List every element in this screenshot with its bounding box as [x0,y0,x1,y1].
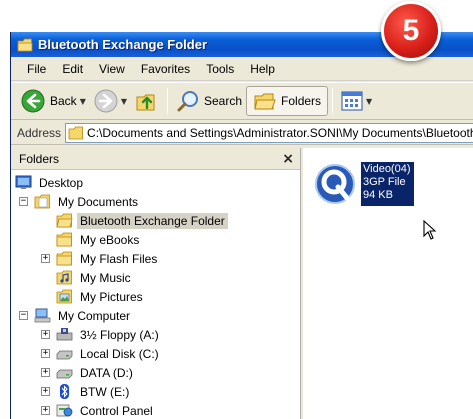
tree-item-my-computer[interactable]: − My Computer [11,306,300,325]
tree-item-label: BTW (E:) [80,384,130,399]
file-name: Video(04) [363,163,411,175]
file-item[interactable]: Video(04) 3GP File 94 KB [313,162,414,206]
folder-icon [56,251,72,266]
floppy-drive-icon [56,328,73,341]
search-icon [177,91,198,112]
explorer-window: Bluetooth Exchange Folder File Edit View… [10,32,473,419]
step-number-badge: 5 [381,1,441,61]
music-folder-icon [56,270,72,285]
address-label: Address [17,125,62,140]
up-button[interactable] [131,86,163,116]
search-button[interactable]: Search [172,86,246,116]
tree-item-my-ebooks[interactable]: My eBooks [11,230,300,249]
bluetooth-icon [60,384,69,399]
tree-item-control-panel[interactable]: + Control Panel [11,401,300,419]
tree-item-label: Desktop [39,175,84,190]
back-arrow-icon [21,89,45,113]
folder-icon [68,126,83,139]
tree-item-label: My Pictures [80,289,143,304]
tree-item-btw-e[interactable]: + BTW (E:) [11,382,300,401]
folders-icon [254,93,276,110]
menu-bar: File Edit View Favorites Tools Help [11,57,473,81]
hard-drive-icon [56,350,73,360]
folders-pane-title: Folders [19,151,60,166]
forward-dropdown-icon[interactable]: ▼ [121,97,127,106]
control-panel-icon [56,404,73,417]
folders-label: Folders [281,94,322,108]
tree-item-desktop[interactable]: Desktop [11,173,300,192]
folder-icon [17,38,33,51]
tree-item-local-disk-c[interactable]: + Local Disk (C:) [11,344,300,363]
menu-file[interactable]: File [19,60,54,78]
folder-icon [56,232,72,247]
expand-icon[interactable]: + [41,330,50,339]
back-button[interactable]: Back ▼ [17,86,90,116]
collapse-icon[interactable]: − [19,197,28,206]
toolbar-separator [167,88,168,114]
tree-item-label: My Documents [58,194,139,209]
hard-drive-icon [56,369,73,379]
tree-item-floppy-a[interactable]: + 3½ Floppy (A:) [11,325,300,344]
menu-tools[interactable]: Tools [198,60,242,78]
back-dropdown-icon[interactable]: ▼ [80,97,86,106]
folders-pane: Folders × Desktop − My Documents Bluetoo… [11,148,301,419]
views-dropdown-icon[interactable]: ▼ [366,97,372,106]
back-label: Back [50,94,77,108]
views-button[interactable]: ▼ [337,86,376,116]
address-path: C:\Documents and Settings\Administrator.… [87,125,473,140]
menu-help[interactable]: Help [242,60,283,78]
standard-toolbar: Back ▼ ▼ Search Folders ▼ [11,82,473,120]
tree-item-label: 3½ Floppy (A:) [80,327,159,342]
expand-icon[interactable]: + [41,368,50,377]
pictures-folder-icon [56,289,72,304]
address-bar: Address C:\Documents and Settings\Admini… [11,121,473,145]
mouse-pointer-icon [423,220,437,240]
tree-item-my-documents[interactable]: − My Documents [11,192,300,211]
toolbar-separator [332,88,334,114]
tree-item-bluetooth-exchange-folder[interactable]: Bluetooth Exchange Folder [11,211,300,230]
menu-favorites[interactable]: Favorites [133,60,198,78]
tree-item-my-flash-files[interactable]: + My Flash Files [11,249,300,268]
folder-tree: Desktop − My Documents Bluetooth Exchang… [11,170,300,419]
folders-pane-header: Folders × [11,148,300,170]
tree-item-label: My Music [80,270,131,285]
collapse-icon[interactable]: − [19,311,28,320]
tree-item-label: Control Panel [80,403,153,418]
documents-folder-icon [34,194,50,209]
forward-button[interactable]: ▼ [90,86,131,116]
close-icon[interactable]: × [282,151,294,167]
tree-item-label: Bluetooth Exchange Folder [77,212,228,229]
folder-up-icon [136,94,155,111]
tree-item-my-pictures[interactable]: My Pictures [11,287,300,306]
views-icon [341,91,363,111]
search-label: Search [204,94,243,108]
file-info: Video(04) 3GP File 94 KB [361,162,414,206]
menu-edit[interactable]: Edit [54,60,91,78]
expand-icon[interactable]: + [41,254,50,263]
tree-item-data-d[interactable]: + DATA (D:) [11,363,300,382]
menu-view[interactable]: View [91,60,133,78]
file-list-pane: Video(04) 3GP File 94 KB [303,148,473,419]
tree-item-label: My eBooks [80,232,140,247]
address-field[interactable]: C:\Documents and Settings\Administrator.… [65,122,473,143]
open-folder-icon [56,213,73,228]
tree-item-label: My Flash Files [80,251,158,266]
tree-item-label: DATA (D:) [80,365,133,380]
forward-arrow-icon [94,89,118,113]
expand-icon[interactable]: + [41,406,50,415]
window-title: Bluetooth Exchange Folder [38,37,208,52]
tree-item-label: Local Disk (C:) [80,346,159,361]
expand-icon[interactable]: + [41,387,50,396]
file-type: 3GP File [363,176,406,188]
tree-item-my-music[interactable]: My Music [11,268,300,287]
tree-item-label: My Computer [58,308,131,323]
expand-icon[interactable]: + [41,349,50,358]
folders-button[interactable]: Folders [246,86,329,116]
quicktime-icon [315,164,355,204]
computer-icon [34,308,51,323]
file-size: 94 KB [363,189,393,201]
desktop-icon [15,175,32,189]
